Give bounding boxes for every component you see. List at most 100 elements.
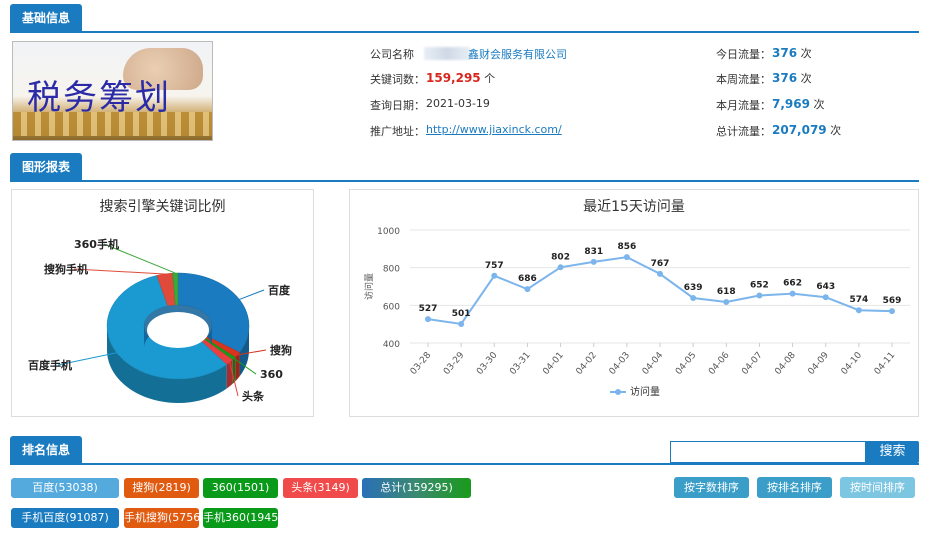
tag-total[interactable]: 总计(159295) xyxy=(362,478,471,498)
x-tick-label: 04-07 xyxy=(740,351,764,377)
date-label: 查询日期： xyxy=(370,99,425,112)
x-tick-label: 03-29 xyxy=(442,350,467,377)
data-point[interactable] xyxy=(690,294,697,301)
company-logo: 税务筹划 xyxy=(12,41,213,141)
pie-label-360: 360 xyxy=(260,368,283,381)
month-row: 7,969 次 xyxy=(772,96,824,112)
data-point[interactable] xyxy=(425,316,431,323)
x-tick-label: 04-09 xyxy=(807,350,832,377)
section-charts-title: 图形报表 xyxy=(10,153,83,181)
promo-link[interactable]: http://www.jiaxinck.com/ xyxy=(426,123,562,136)
x-tick-label: 03-31 xyxy=(508,351,532,377)
sort-by-time-button[interactable]: 按时间排序 xyxy=(840,477,915,498)
tag-mobile-sogou[interactable]: 手机搜狗(5756) xyxy=(124,508,199,528)
data-label: 757 xyxy=(485,261,504,271)
data-point[interactable] xyxy=(723,298,730,305)
week-unit: 次 xyxy=(800,72,812,85)
data-label: 643 xyxy=(816,282,835,292)
tag-sogou[interactable]: 搜狗(2819) xyxy=(124,478,199,498)
x-tick-label: 03-30 xyxy=(475,350,500,377)
x-tick-label: 04-11 xyxy=(873,351,897,377)
data-label: 501 xyxy=(452,309,471,319)
data-label: 767 xyxy=(651,259,670,269)
x-tick-label: 04-02 xyxy=(575,351,599,377)
data-point[interactable] xyxy=(491,272,498,279)
y-tick-label: 1000 xyxy=(377,227,400,237)
data-label: 652 xyxy=(750,281,769,291)
data-point[interactable] xyxy=(789,290,796,297)
section-charts: 图形报表 xyxy=(10,153,919,182)
today-value: 376 xyxy=(772,46,798,60)
section-basic-title: 基础信息 xyxy=(10,4,83,32)
data-label: 527 xyxy=(419,304,438,314)
month-label: 本月流量： xyxy=(716,99,771,112)
keywords-label: 关键词数： xyxy=(370,73,425,86)
month-value: 7,969 xyxy=(772,97,810,111)
pie-chart: 百度搜狗 360 头条 百度手机 搜狗手机 360手机 xyxy=(28,237,292,403)
section-ranking-rule xyxy=(10,463,919,465)
total-value: 207,079 xyxy=(772,123,827,137)
month-unit: 次 xyxy=(813,98,825,111)
promo-label: 推广地址： xyxy=(370,125,425,138)
x-tick-label: 04-03 xyxy=(608,351,632,377)
data-label: 574 xyxy=(849,295,868,305)
pie-label-搜狗手机: 搜狗手机 xyxy=(44,262,88,276)
data-point[interactable] xyxy=(657,270,663,277)
data-point[interactable] xyxy=(756,292,763,299)
keywords-unit: 个 xyxy=(484,72,496,85)
data-label: 569 xyxy=(883,296,902,306)
company-label: 公司名称 xyxy=(370,48,414,61)
total-unit: 次 xyxy=(830,124,842,137)
week-row: 376 次 xyxy=(772,70,812,86)
tag-mobile-baidu[interactable]: 手机百度(91087) xyxy=(11,508,119,528)
pie-label-百度: 百度 xyxy=(268,283,291,297)
data-point[interactable] xyxy=(590,258,597,265)
company-name-redacted xyxy=(424,47,470,60)
x-tick-label: 03-28 xyxy=(409,350,434,377)
tag-mobile-360[interactable]: 手机360(1945) xyxy=(203,508,278,528)
search-input[interactable] xyxy=(670,441,866,463)
data-point[interactable] xyxy=(458,320,465,327)
keywords-row: 159,295 个 xyxy=(426,70,495,86)
x-tick-label: 04-08 xyxy=(773,350,798,377)
data-point[interactable] xyxy=(889,308,895,315)
section-charts-rule xyxy=(10,180,919,182)
logo-text: 税务筹划 xyxy=(27,78,171,118)
keywords-value: 159,295 xyxy=(426,71,481,85)
sort-by-wordcount-button[interactable]: 按字数排序 xyxy=(674,477,749,498)
pie-chart-panel: 搜索引擎关键词比例 百度 搜狗 360 头条 百度手机 搜狗手机 360手机 xyxy=(11,189,314,417)
pie-connector-百度 xyxy=(239,289,265,300)
tag-baidu[interactable]: 百度(53038) xyxy=(11,478,119,498)
data-point[interactable] xyxy=(524,286,531,293)
y-tick-label: 400 xyxy=(383,340,400,350)
line-chart: 400 600 800 1000 访问量 03-28 03-29 03-30 03-31 04-0… xyxy=(363,227,910,398)
section-ranking-title: 排名信息 xyxy=(10,436,83,464)
data-point[interactable] xyxy=(623,254,630,261)
pie-hole xyxy=(147,312,209,348)
section-basic: 基础信息 xyxy=(10,4,919,33)
tag-toutiao[interactable]: 头条(3149) xyxy=(283,478,358,498)
data-label: 662 xyxy=(783,279,802,289)
data-label: 802 xyxy=(551,252,570,262)
total-label: 总计流量： xyxy=(716,125,771,138)
pie-label-头条: 头条 xyxy=(242,389,265,403)
week-value: 376 xyxy=(772,71,798,85)
data-point[interactable] xyxy=(855,307,862,314)
total-row: 207,079 次 xyxy=(772,122,841,138)
date-value: 2021-03-19 xyxy=(426,97,490,110)
today-row: 376 次 xyxy=(772,45,812,61)
line-chart-panel: 最近15天访问量 400 600 800 1000 访问量 03-28 03-29 03-30… xyxy=(349,189,919,417)
tag-360[interactable]: 360(1501) xyxy=(203,478,278,498)
sort-by-rank-button[interactable]: 按排名排序 xyxy=(757,477,832,498)
pie-label-搜狗: 搜狗 xyxy=(270,343,292,357)
data-point[interactable] xyxy=(557,264,564,271)
x-tick-label: 04-05 xyxy=(674,351,698,377)
y-tick-label: 800 xyxy=(383,265,400,275)
week-label: 本周流量： xyxy=(716,73,771,86)
x-tick-label: 04-10 xyxy=(840,350,865,377)
data-point[interactable] xyxy=(822,294,829,301)
data-label: 618 xyxy=(717,287,736,297)
search-button[interactable]: 搜索 xyxy=(866,441,919,463)
legend-label[interactable]: 访问量 xyxy=(630,385,660,398)
pie-label-360手机: 360手机 xyxy=(74,237,119,251)
